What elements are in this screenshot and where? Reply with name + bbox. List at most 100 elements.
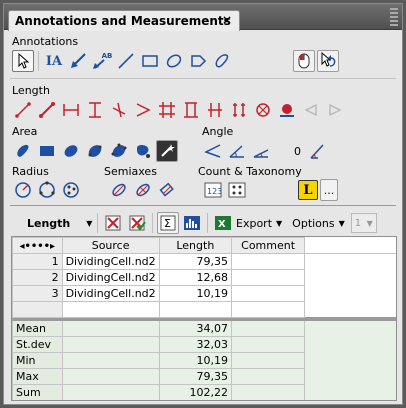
- statistics-button[interactable]: Σ: [157, 212, 179, 234]
- svg-text:X: X: [218, 219, 226, 230]
- sum-icon: Σ: [160, 215, 176, 231]
- delete-selected-button[interactable]: [126, 212, 148, 234]
- circle-cross-button[interactable]: [252, 99, 274, 121]
- cell-length[interactable]: 12,68: [158, 269, 232, 286]
- cell-comment[interactable]: [230, 253, 306, 270]
- more-button[interactable]: ...: [320, 179, 338, 201]
- column-header-length[interactable]: Length: [158, 237, 232, 254]
- angle-value: 0: [294, 144, 301, 158]
- measure-type-dropdown[interactable]: Length ▼: [27, 217, 95, 230]
- undo-select-button[interactable]: [317, 50, 339, 72]
- delete-all-button[interactable]: [102, 212, 124, 234]
- table-row[interactable]: 2 DividingCell.nd2 12,68: [12, 269, 396, 286]
- close-icon[interactable]: ×: [222, 13, 232, 27]
- export-dropdown[interactable]: Export ▼: [236, 217, 282, 230]
- rectangle-tool-button[interactable]: [139, 50, 161, 72]
- area-three-point-button[interactable]: [108, 140, 130, 162]
- arrow-tool-button[interactable]: [67, 50, 89, 72]
- angle-fixed-button[interactable]: [307, 140, 329, 162]
- stat-row-mean: Mean 34,07: [12, 320, 396, 337]
- perpendicular-length-button[interactable]: [108, 99, 130, 121]
- line-length-button[interactable]: [12, 99, 34, 121]
- cell-source[interactable]: DividingCell.nd2: [61, 269, 160, 286]
- semiaxes-rect-button[interactable]: [156, 179, 178, 201]
- separator: [207, 213, 208, 233]
- stat-label: Min: [12, 352, 63, 369]
- cell-source[interactable]: DividingCell.nd2: [61, 253, 160, 270]
- column-header-source[interactable]: Source: [61, 237, 160, 254]
- table: ◂••••▸ Source Length Comment 1 DividingC…: [12, 237, 396, 400]
- radius-three-point-icon: [39, 181, 55, 198]
- freehand-icon: [215, 54, 229, 68]
- cell-comment[interactable]: [230, 285, 306, 302]
- grip-handle[interactable]: [390, 8, 398, 26]
- area-rectangle-button[interactable]: [36, 140, 58, 162]
- ellipse-tool-button[interactable]: [163, 50, 185, 72]
- arrow-label-tool-button[interactable]: AB: [91, 50, 113, 72]
- multi-length-icon: [184, 102, 198, 118]
- area-auto-button[interactable]: [132, 140, 154, 162]
- text-tool-button[interactable]: IA: [43, 50, 65, 72]
- taxonomy-button[interactable]: [226, 179, 248, 201]
- table-row-empty[interactable]: [12, 301, 396, 318]
- angle-two-line-button[interactable]: [226, 140, 248, 162]
- angle-fixed-icon: [310, 144, 324, 159]
- resize-columns-handle[interactable]: ◂••••▸: [12, 237, 63, 254]
- taxonomy-label-button[interactable]: L: [298, 180, 318, 200]
- semiaxes-rect-icon: [159, 182, 174, 197]
- divider: [10, 78, 396, 79]
- auto-length-button[interactable]: [276, 99, 298, 121]
- stat-row-sum: Sum 102,22: [12, 384, 396, 400]
- polyline-length-icon: [39, 102, 55, 118]
- semiaxes-four-point-button[interactable]: [132, 179, 154, 201]
- cell-source[interactable]: DividingCell.nd2: [61, 285, 160, 302]
- panel-tab[interactable]: Annotations and Measurements ×: [8, 10, 240, 31]
- mouse-mode-button[interactable]: [293, 50, 315, 72]
- length-toolbar: [12, 99, 348, 121]
- table-row[interactable]: 3 DividingCell.nd2 10,19: [12, 285, 396, 302]
- table-row[interactable]: 1 DividingCell.nd2 79,35: [12, 253, 396, 270]
- line-tool-button[interactable]: [115, 50, 137, 72]
- radius-circle-button[interactable]: [12, 179, 34, 201]
- polyline-length-button[interactable]: [36, 99, 58, 121]
- cell-comment[interactable]: [230, 269, 306, 286]
- area-freehand-button[interactable]: [12, 140, 34, 162]
- polyline-tool-button[interactable]: [132, 99, 154, 121]
- angle-three-point-button[interactable]: [202, 140, 224, 162]
- stat-value: 34,07: [158, 320, 232, 337]
- select-pointer-button[interactable]: [12, 50, 34, 72]
- column-header-comment[interactable]: Comment: [230, 237, 306, 254]
- area-ellipse-button[interactable]: [60, 140, 82, 162]
- cell-length[interactable]: 79,35: [158, 253, 232, 270]
- pointer-icon: [18, 53, 30, 69]
- stat-value: 102,22: [158, 384, 232, 400]
- polygon-tool-button[interactable]: [187, 50, 209, 72]
- area-polygon-button[interactable]: [84, 140, 106, 162]
- freehand-tool-button[interactable]: [211, 50, 233, 72]
- angle-four-point-button[interactable]: [250, 140, 272, 162]
- vertical-length-button[interactable]: [84, 99, 106, 121]
- area-three-point-icon: [111, 143, 127, 157]
- options-dropdown[interactable]: Options ▼: [292, 217, 345, 230]
- radius-three-point-button[interactable]: [36, 179, 58, 201]
- wand-icon: [161, 144, 175, 157]
- angle-icon: [204, 144, 221, 158]
- grid-distance-button[interactable]: [156, 99, 178, 121]
- cell-length[interactable]: 10,19: [158, 285, 232, 302]
- stat-label: St.dev: [12, 336, 63, 353]
- excel-icon-button[interactable]: X: [212, 212, 234, 234]
- separator: [38, 51, 39, 71]
- semiaxes-two-point-button[interactable]: [108, 179, 130, 201]
- count-button[interactable]: 123: [202, 179, 224, 201]
- caliper-length-button[interactable]: [228, 99, 250, 121]
- parallel-length-button[interactable]: [204, 99, 226, 121]
- horizontal-length-button[interactable]: [60, 99, 82, 121]
- line-icon: [118, 53, 134, 69]
- ellipsis-icon: ...: [323, 183, 335, 197]
- histogram-button[interactable]: [181, 212, 203, 234]
- multi-length-button[interactable]: [180, 99, 202, 121]
- area-auto-icon: [137, 145, 150, 158]
- chevron-down-icon: ▼: [86, 218, 93, 228]
- area-wand-button[interactable]: [156, 140, 178, 162]
- radius-multi-button[interactable]: [60, 179, 82, 201]
